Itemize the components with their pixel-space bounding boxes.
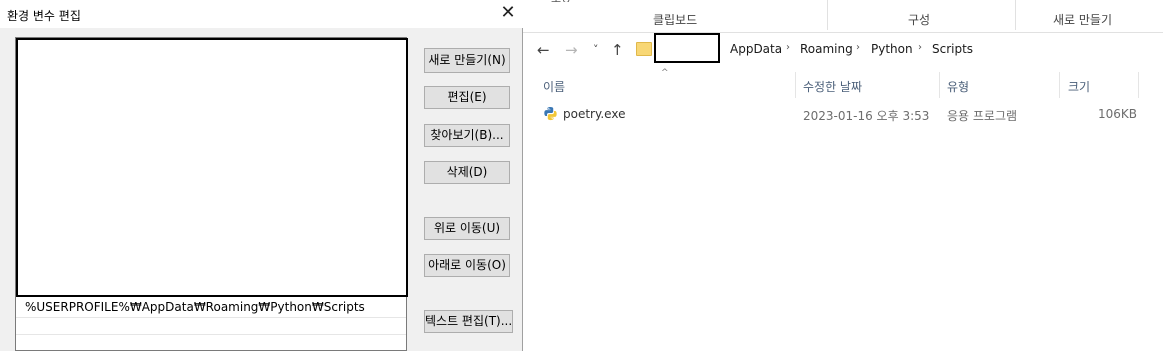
list-row-divider xyxy=(16,334,406,335)
up-arrow-icon[interactable]: ↑ xyxy=(611,42,624,58)
list-row-divider xyxy=(16,317,406,318)
column-header-type[interactable]: 유형 xyxy=(947,78,969,95)
ribbon-group-new: 새로 만들기 xyxy=(1053,13,1113,27)
column-divider[interactable] xyxy=(1059,72,1060,98)
ribbon-group-organize: 구성 xyxy=(908,13,931,27)
forward-arrow-icon[interactable]: → xyxy=(565,42,578,58)
file-explorer-window: ㅗㅇ 클립보드 구성 새로 만들기 ← → ˅ ↑ AppData › Roam… xyxy=(523,0,1163,351)
file-size: 106KB xyxy=(1098,107,1138,121)
close-icon[interactable]: ✕ xyxy=(497,2,519,24)
recent-locations-chevron-icon[interactable]: ˅ xyxy=(593,42,599,58)
back-arrow-icon[interactable]: ← xyxy=(537,42,550,58)
breadcrumb-chevron-icon[interactable]: › xyxy=(918,42,922,53)
column-divider[interactable] xyxy=(939,72,940,98)
ribbon-divider xyxy=(827,0,828,30)
path-entries-list[interactable]: %USERPROFILE%₩AppData₩Roaming₩Python₩Scr… xyxy=(15,37,408,351)
column-header-name[interactable]: 이름 xyxy=(543,78,565,95)
delete-button[interactable]: 삭제(D) xyxy=(424,161,510,184)
new-button[interactable]: 새로 만들기(N) xyxy=(424,48,510,73)
move-up-button[interactable]: 위로 이동(U) xyxy=(424,217,510,240)
address-row: ← → ˅ ↑ AppData › Roaming › Python › Scr… xyxy=(523,33,1163,66)
browse-button[interactable]: 찾아보기(B)... xyxy=(424,124,510,147)
redacted-path-segment xyxy=(654,33,720,63)
ribbon-cut-text: ㅗㅇ xyxy=(551,0,571,2)
breadcrumb-chevron-icon[interactable]: › xyxy=(856,42,860,53)
file-type: 응용 프로그램 xyxy=(947,109,1018,123)
column-header-size[interactable]: 크기 xyxy=(1068,78,1090,95)
list-item[interactable]: %USERPROFILE%₩AppData₩Roaming₩Python₩Scr… xyxy=(25,300,365,314)
ribbon-group-clipboard: 클립보드 xyxy=(653,13,698,27)
breadcrumb-roaming[interactable]: Roaming xyxy=(800,42,853,56)
breadcrumb-scripts[interactable]: Scripts xyxy=(932,42,973,56)
edit-button[interactable]: 편집(E) xyxy=(424,86,510,109)
breadcrumb-chevron-icon[interactable]: › xyxy=(786,42,790,53)
file-modified: 2023-01-16 오후 3:53 xyxy=(803,109,930,123)
column-divider[interactable] xyxy=(1138,72,1139,98)
breadcrumb-appdata[interactable]: AppData xyxy=(730,42,782,56)
address-bar[interactable]: AppData › Roaming › Python › Scripts xyxy=(629,33,1159,64)
edit-text-button[interactable]: 텍스트 편집(T)... xyxy=(424,310,513,333)
breadcrumb-python[interactable]: Python xyxy=(871,42,913,56)
move-down-button[interactable]: 아래로 이동(O) xyxy=(424,254,510,277)
ribbon: ㅗㅇ 클립보드 구성 새로 만들기 xyxy=(523,0,1163,33)
file-row[interactable]: poetry.exe 2023-01-16 오후 3:53 응용 프로그램 10… xyxy=(537,103,1147,125)
column-divider[interactable] xyxy=(795,72,796,98)
column-header-modified[interactable]: 수정한 날짜 xyxy=(803,78,862,95)
file-name[interactable]: poetry.exe xyxy=(563,107,625,121)
ribbon-divider xyxy=(1015,0,1016,30)
dialog-title: 환경 변수 편집 xyxy=(7,9,81,23)
edit-environment-variable-dialog: 환경 변수 편집 ✕ %USERPROFILE%₩AppData₩Roaming… xyxy=(0,0,523,351)
python-icon xyxy=(544,106,557,121)
sort-indicator-icon: ^ xyxy=(661,68,669,78)
redacted-entries xyxy=(16,38,408,297)
dialog-titlebar: 환경 변수 편집 ✕ xyxy=(0,0,523,28)
folder-icon xyxy=(636,42,652,56)
